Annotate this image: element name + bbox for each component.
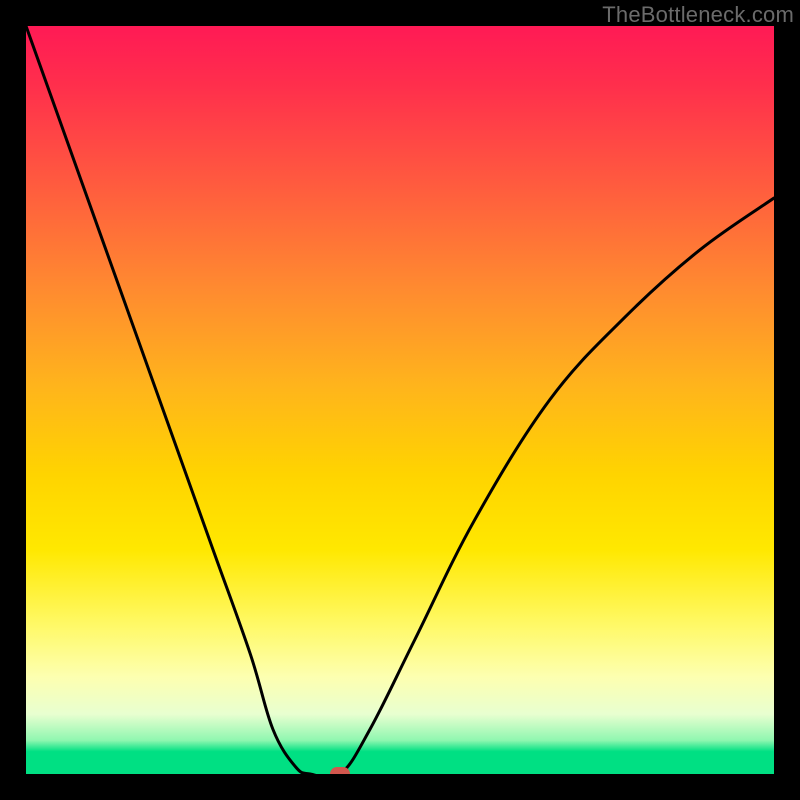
optimum-marker: [330, 767, 350, 774]
watermark-text: TheBottleneck.com: [602, 2, 794, 28]
plot-area: [26, 26, 774, 774]
bottleneck-curve: [26, 26, 774, 774]
